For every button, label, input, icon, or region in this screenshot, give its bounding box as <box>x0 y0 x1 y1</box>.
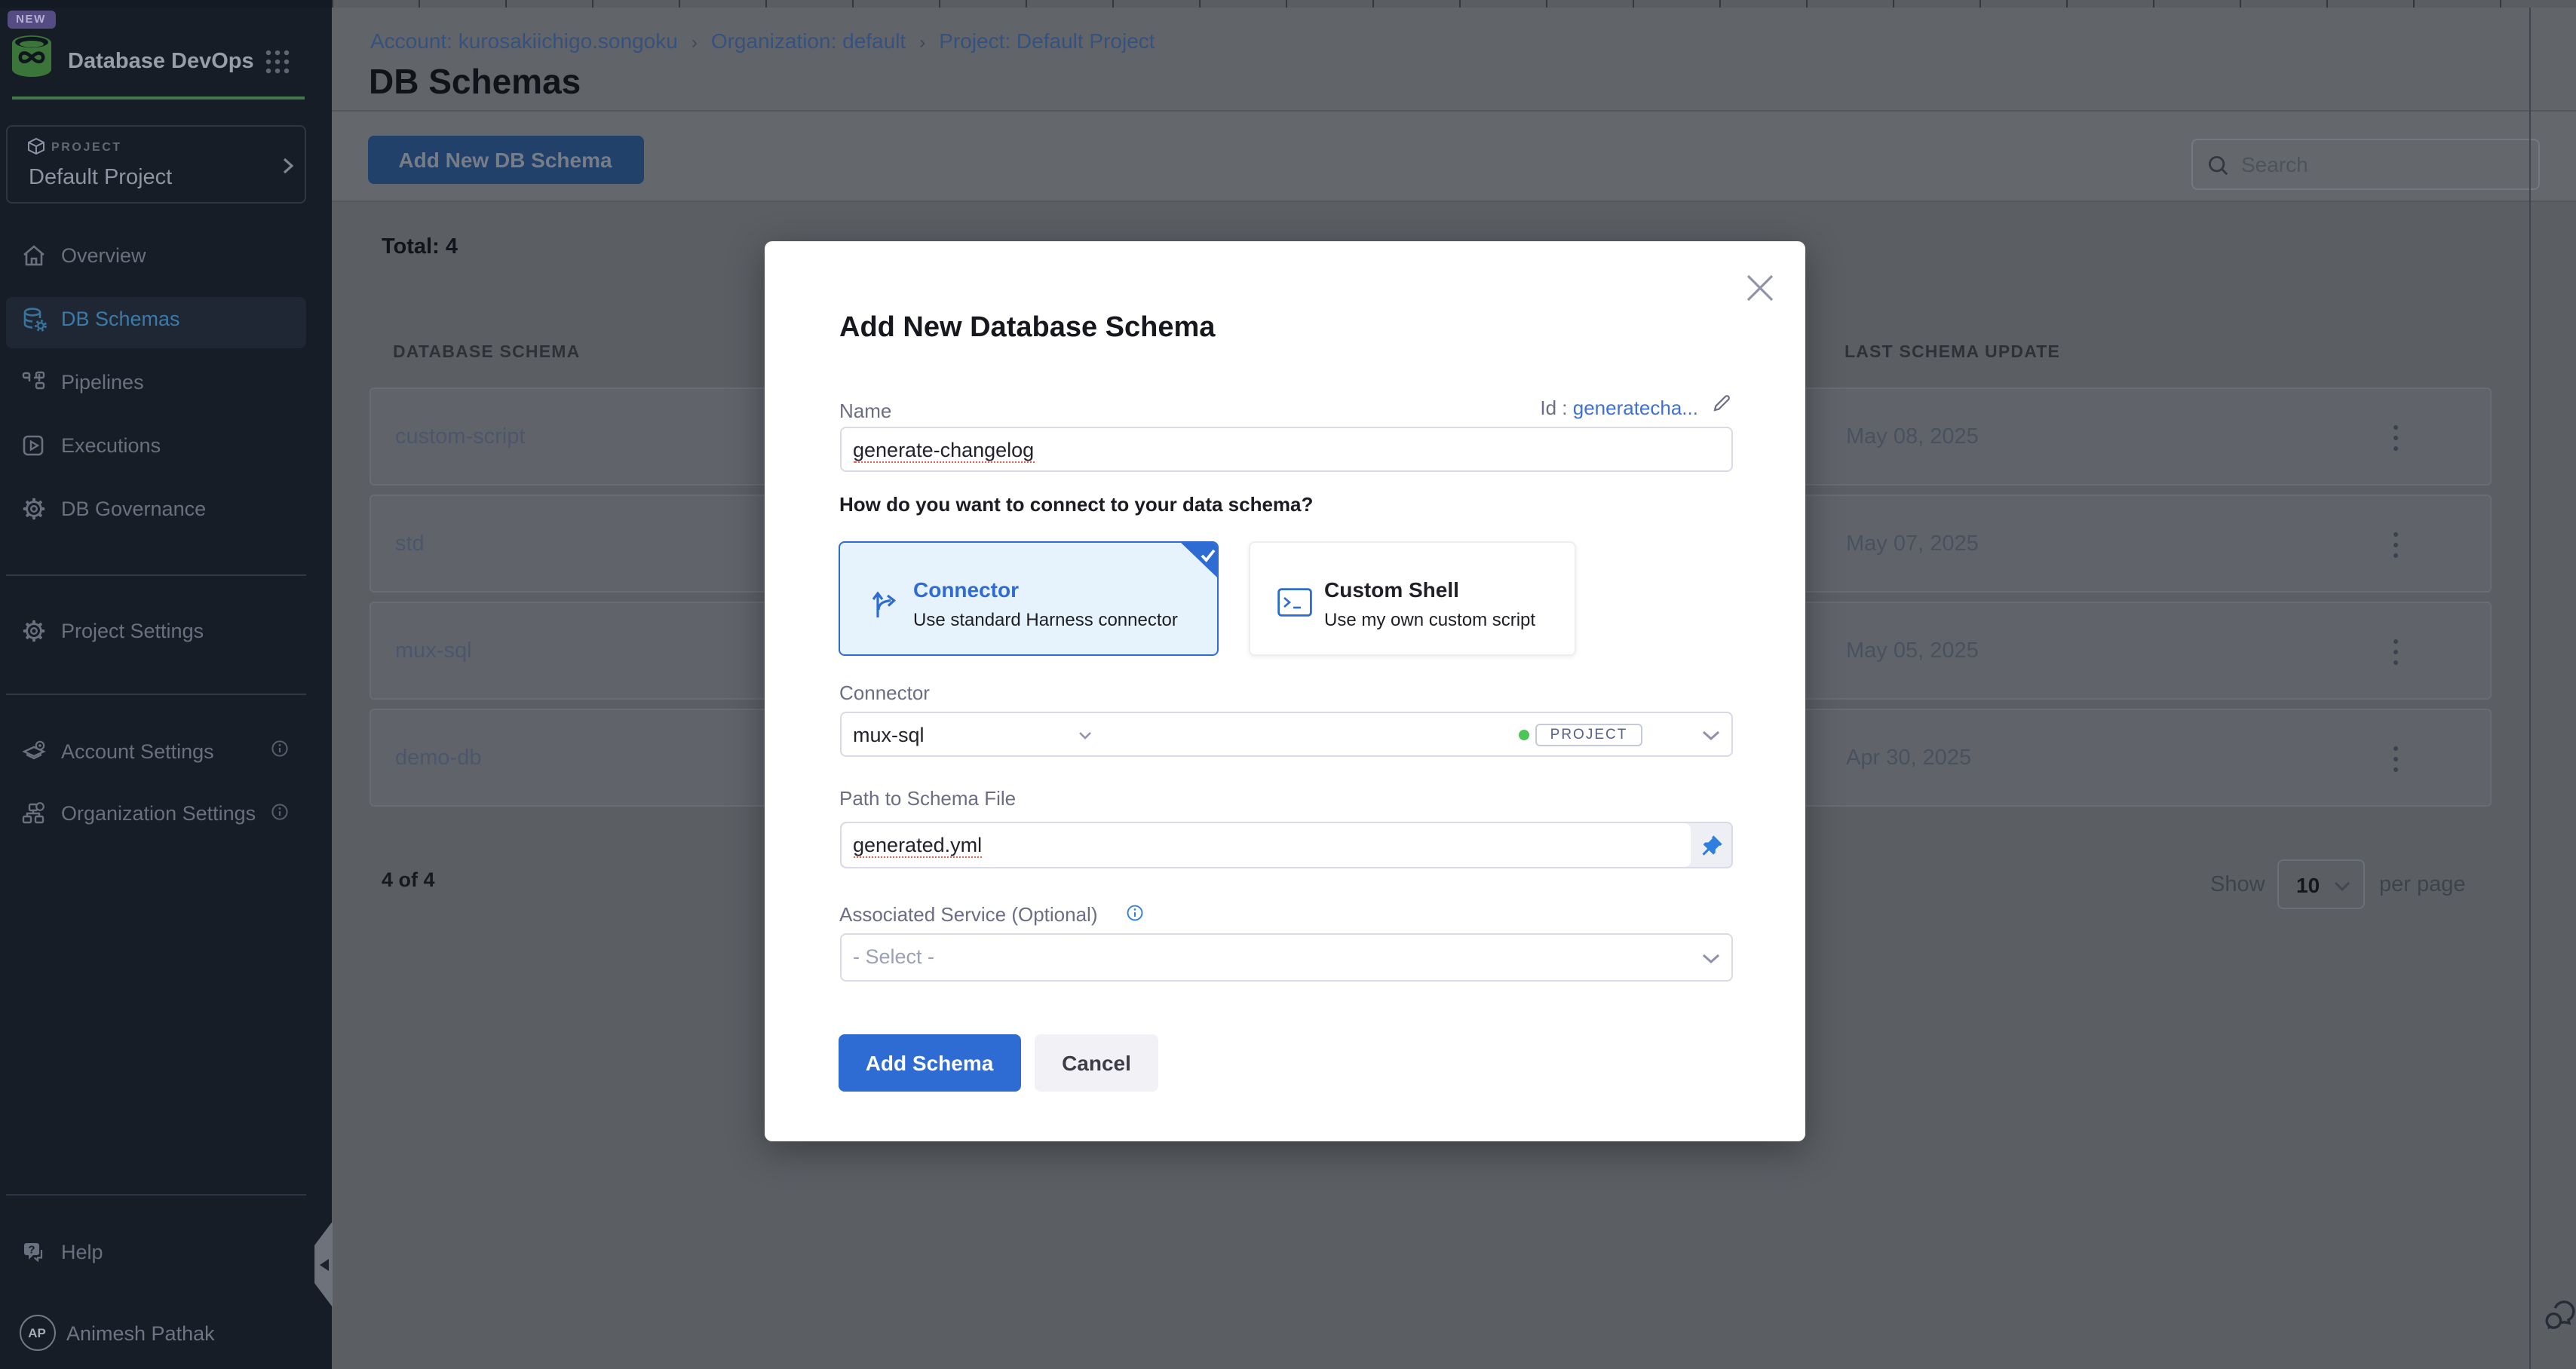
svg-text:?: ? <box>27 1243 34 1256</box>
